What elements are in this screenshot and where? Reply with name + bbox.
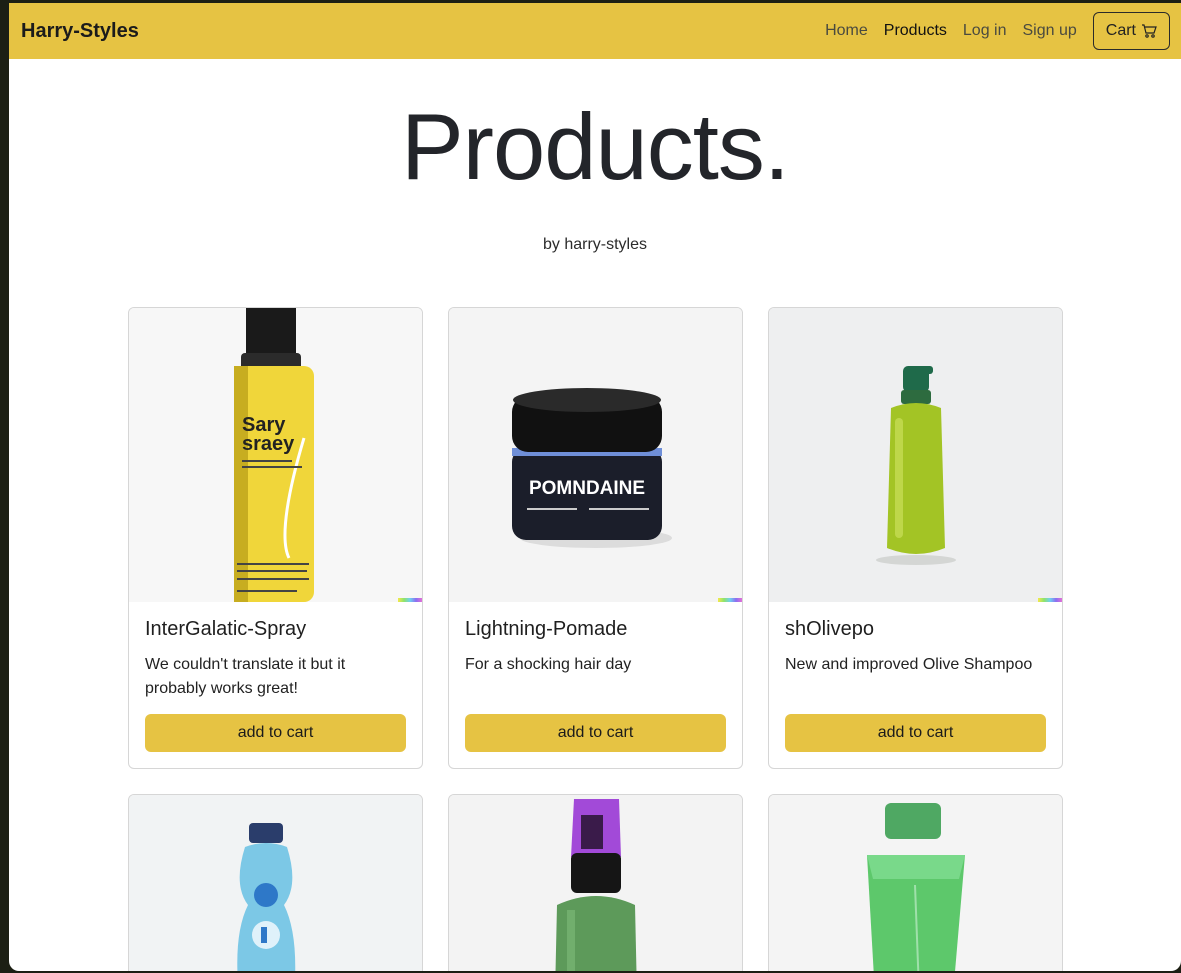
product-grid: Sary sraey InterGalatic-Spray We couldn'… (128, 307, 1063, 971)
product-description: For a shocking hair day (465, 656, 632, 673)
add-to-cart-button[interactable]: add to cart (145, 714, 406, 752)
add-to-cart-button[interactable]: add to cart (465, 714, 726, 752)
product-card: Sary sraey InterGalatic-Spray We couldn'… (128, 307, 423, 769)
cart-icon (1142, 24, 1157, 38)
add-to-cart-button[interactable]: add to cart (785, 714, 1046, 752)
nav-home-link[interactable]: Home (825, 22, 868, 40)
navbar: Harry-Styles Home Products Log in Sign u… (9, 3, 1181, 59)
nav-signup-link[interactable]: Sign up (1023, 22, 1077, 40)
product-card (448, 794, 743, 971)
nav-products-link[interactable]: Products (884, 22, 947, 40)
product-image (769, 795, 1062, 971)
hero: Products. by harry-styles (9, 95, 1181, 254)
product-image: Sary sraey (129, 308, 422, 602)
cart-button[interactable]: Cart (1092, 12, 1170, 50)
green-bottle-image (867, 803, 965, 971)
card-body: InterGalatic-Spray We couldn't translate… (129, 602, 422, 768)
product-title: Lightning-Pomade (465, 618, 628, 640)
blue-bottle-image (237, 823, 296, 971)
page-byline: by harry-styles (542, 236, 648, 254)
product-description: New and improved Olive Shampoo (785, 656, 1033, 673)
product-image: POMNDAINE (449, 308, 742, 602)
nav-links: Home Products Log in Sign up Cart (809, 12, 1170, 50)
product-image (769, 308, 1062, 602)
pomade-jar-image: POMNDAINE (512, 388, 672, 548)
product-card (768, 794, 1063, 971)
pomade-label: POMNDAINE (529, 478, 645, 499)
page-title: Products. (400, 94, 790, 199)
card-body: Lightning-Pomade For a shocking hair day… (449, 602, 742, 768)
browser-window: Harry-Styles Home Products Log in Sign u… (9, 3, 1181, 971)
product-image (449, 795, 742, 971)
product-title: shOlivepo (785, 618, 874, 640)
nav-login-link[interactable]: Log in (963, 22, 1007, 40)
product-title: InterGalatic-Spray (145, 618, 307, 640)
product-card (128, 794, 423, 971)
product-image (129, 795, 422, 971)
product-card: POMNDAINE Lightning-Pomade For a shockin… (448, 307, 743, 769)
spray-label-2: sraey (242, 433, 295, 455)
spray-bottle-image: Sary sraey (234, 308, 314, 602)
olive-shampoo-image (876, 366, 956, 565)
brand-logo[interactable]: Harry-Styles (21, 20, 139, 43)
green-spray-image (555, 799, 637, 971)
cart-label: Cart (1105, 22, 1136, 39)
card-body: shOlivepo New and improved Olive Shampoo… (769, 602, 1062, 768)
product-description: We couldn't translate it but it probably… (145, 656, 346, 697)
product-card: shOlivepo New and improved Olive Shampoo… (768, 307, 1063, 769)
